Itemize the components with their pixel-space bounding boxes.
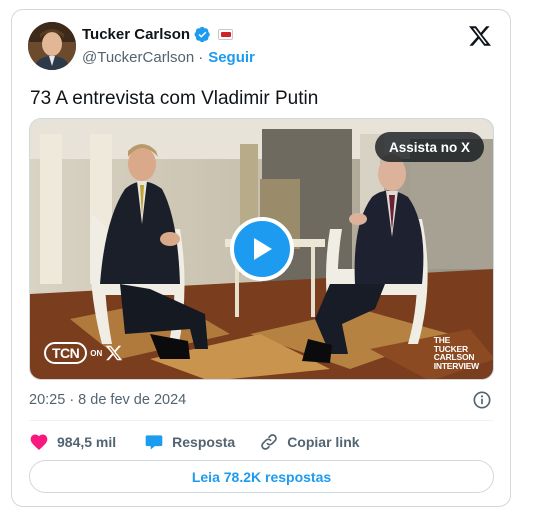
author-handle-row: @TuckerCarlson · Seguir	[82, 49, 255, 66]
tcn-logo-text: TCN	[44, 342, 88, 364]
tweet-timestamp[interactable]: 20:25 · 8 de fev de 2024	[29, 392, 186, 408]
verified-badge-icon	[194, 26, 210, 43]
tcn-logo-on: ON	[90, 348, 103, 358]
heart-icon	[30, 434, 48, 450]
tucker-carlson-interview-watermark: THE TUCKER CARLSON INTERVIEW	[433, 335, 479, 371]
info-icon[interactable]	[472, 390, 492, 410]
author-name-row: Tucker Carlson	[82, 26, 234, 43]
avatar-image	[28, 22, 76, 70]
tweet-text: 73 A entrevista com Vladimir Putin	[30, 88, 319, 109]
x-logo-icon[interactable]	[468, 24, 492, 48]
link-icon	[261, 434, 277, 450]
tcn-affiliate-badge-icon	[218, 29, 234, 40]
like-count: 984,5 mil	[57, 434, 117, 450]
avatar[interactable]	[28, 22, 76, 70]
tweet-embed-card: Tucker Carlson @TuckerCarlson · Seguir 7…	[11, 9, 511, 507]
author-name[interactable]: Tucker Carlson	[82, 26, 190, 43]
play-icon	[254, 238, 272, 260]
video-player[interactable]: Assista no X TCN ON THE TUCKER CARLSON I…	[29, 118, 494, 380]
copy-link-button[interactable]: Copiar link	[259, 432, 360, 452]
reply-bubble-icon	[145, 435, 163, 450]
separator: ·	[198, 49, 204, 66]
reply-label: Resposta	[172, 434, 236, 450]
reply-button[interactable]: Resposta	[144, 432, 235, 452]
tweet-actions: 984,5 mil Resposta Copiar link	[29, 432, 360, 452]
author-handle[interactable]: @TuckerCarlson	[82, 49, 194, 66]
watch-on-x-button[interactable]: Assista no X	[374, 132, 484, 162]
copy-link-label: Copiar link	[287, 434, 360, 450]
read-replies-button[interactable]: Leia 78.2K respostas	[29, 460, 494, 493]
x-logo-small-icon	[106, 345, 123, 361]
play-button[interactable]	[230, 217, 294, 281]
divider	[29, 420, 493, 421]
tcn-on-x-logo: TCN ON	[44, 342, 123, 364]
like-button[interactable]: 984,5 mil	[29, 432, 116, 452]
follow-button[interactable]: Seguir	[208, 49, 255, 66]
